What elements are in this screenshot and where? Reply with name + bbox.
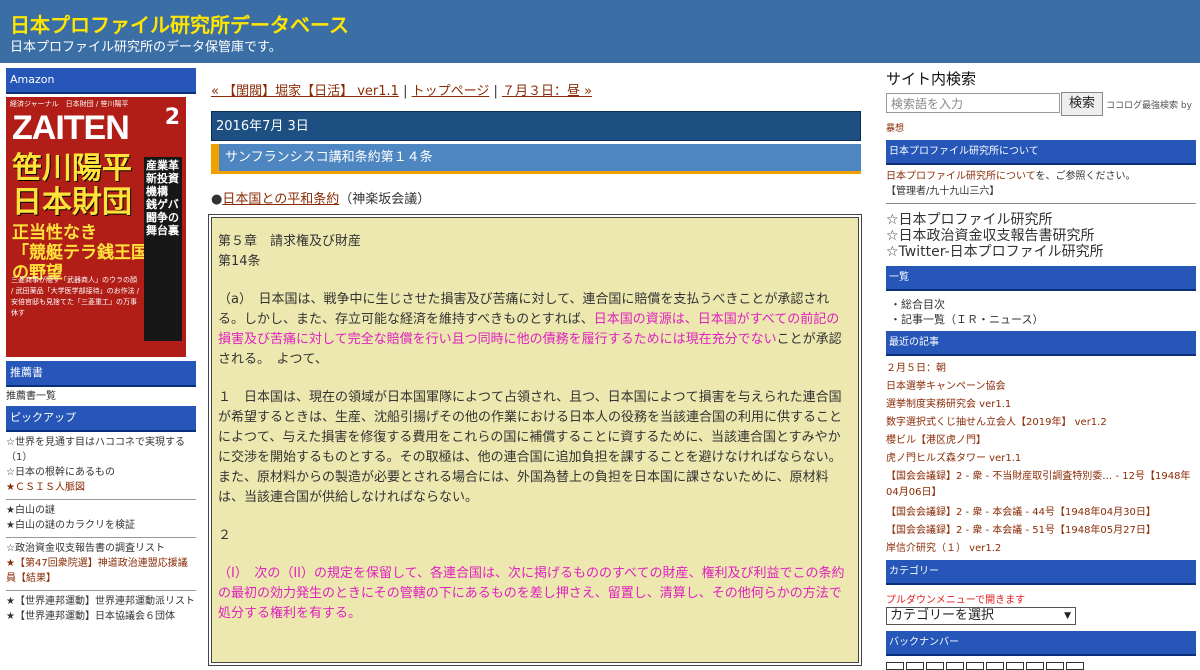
- recent-link[interactable]: 【国会会議録】2 - 衆 - 不当財産取引調査特別委… - 12号【1948年0…: [886, 468, 1196, 504]
- recommend-heading: 推薦書: [6, 361, 196, 387]
- recommend-link[interactable]: 推薦書一覧: [6, 391, 56, 402]
- divider: [886, 203, 1196, 204]
- index-link[interactable]: ・記事一覧（ＩＲ・ニュース）: [890, 312, 1196, 327]
- para-I-highlight: 次の（II）の規定を保留して、各連合国は、次に掲げるもののすべての財産、権利及び…: [218, 566, 845, 621]
- category-note: プルダウンメニューで開きます: [886, 595, 1026, 606]
- pickup-group: ★白山の謎 ★白山の謎のカラクリを検証: [6, 500, 196, 538]
- search-credit: ココログ最強検索 by: [1106, 101, 1192, 111]
- recommend-list: 推薦書一覧: [6, 387, 196, 406]
- book-small-text: 三菱商事が隠す「武器商人」のウラの顔 / 武田薬品「大学医学部接待」のお作法 /…: [11, 276, 140, 317]
- book-cover-image[interactable]: 経済ジャーナル 日本財団 / 笹川陽平 ZAITEN 2 笹川陽平 日本財団 正…: [6, 97, 186, 357]
- nav-separator: |: [489, 84, 502, 99]
- search-credit-link[interactable]: 暴想: [886, 121, 1196, 134]
- recent-list: ２月５日：朝 日本選挙キャンペーン協会 選挙制度実務研究会 ver1.1 数字選…: [886, 356, 1196, 560]
- admin-name: 【管理者/九十九山三六】: [886, 186, 1000, 197]
- site-link[interactable]: ☆Twitter-日本プロファイル研究所: [886, 244, 1196, 260]
- pickup-link[interactable]: ★【世界連邦運動】日本協議会６団体: [6, 609, 196, 624]
- recent-link[interactable]: 日本選挙キャンペーン協会: [886, 378, 1196, 396]
- backnumber-calendar[interactable]: [886, 662, 1196, 670]
- paragraph-a: （a） 日本国は、戦争中に生じさせた損害及び苦痛に対して、連合国に賠償を支払うべ…: [218, 290, 852, 370]
- book-sub-2: 「競艇テラ銭王国」: [12, 243, 165, 263]
- pickup-link[interactable]: ★【世界連邦運動】世界連邦運動派リスト: [6, 594, 196, 609]
- next-entry-link[interactable]: ７月３日：昼 »: [502, 84, 592, 99]
- search-form: 検索語を入力 検索 ココログ最強検索 by: [886, 92, 1196, 116]
- chapter-heading: 第５章 請求権及び財産 第14条: [218, 232, 852, 272]
- book-tag: 経済ジャーナル 日本財団 / 笹川陽平: [10, 100, 129, 108]
- recent-link[interactable]: 【国会会議録】2 - 衆 - 本会議 - 44号【1948年04月30日】: [886, 504, 1196, 522]
- pickup-group: ☆政治資金収支報告書の調査リスト ★【第47回衆院選】神道政治連盟応援議員【結果…: [6, 538, 196, 591]
- top-page-link[interactable]: トップページ: [412, 84, 490, 99]
- amazon-heading: Amazon: [6, 68, 196, 94]
- main-content: « 【閨閥】堀家【日活】 ver1.1 | トップページ | ７月３日：昼 » …: [208, 80, 862, 666]
- entry-navigation: « 【閨閥】堀家【日活】 ver1.1 | トップページ | ７月３日：昼 »: [211, 80, 861, 99]
- site-link[interactable]: ☆日本プロファイル研究所: [886, 212, 1196, 228]
- category-heading: カテゴリー: [886, 560, 1196, 585]
- book-headline: 笹川陽平 日本財団: [12, 152, 132, 220]
- pickup-link[interactable]: ★白山の謎のカラクリを検証: [6, 518, 196, 533]
- treaty-text-box: 第５章 請求権及び財産 第14条 （a） 日本国は、戦争中に生じさせた損害及び苦…: [208, 214, 862, 666]
- pickup-link[interactable]: ☆政治資金収支報告書の調査リスト: [6, 541, 196, 556]
- pickup-link[interactable]: ★ＣＳＩＳ人脈図: [6, 480, 196, 495]
- category-select[interactable]: カテゴリーを選択 ▼: [886, 607, 1076, 625]
- backnumber-heading: バックナンバー: [886, 631, 1196, 656]
- paragraph-1: １ 日本国は、現在の領域が日本国軍隊によつて占領され、且つ、日本国によつて損害を…: [218, 390, 843, 505]
- site-links: ☆日本プロファイル研究所 ☆日本政治資金収支報告書研究所 ☆Twitter-日本…: [886, 208, 1196, 266]
- paragraph-2: ２: [218, 528, 232, 543]
- book-subheadline: 正当性なき 「競艇テラ銭王国」 の野望: [12, 223, 165, 283]
- lead-rest: （神楽坂会議）: [339, 192, 431, 207]
- book-issue: 2: [164, 105, 180, 130]
- recent-link[interactable]: 数字選択式くじ抽せん立会人【2019年】 ver1.2: [886, 414, 1196, 432]
- about-heading: 日本プロファイル研究所について: [886, 140, 1196, 165]
- paragraph-I: （I） 次の（II）の規定を保留して、各連合国は、次に掲げるもののすべての財産、…: [218, 564, 852, 624]
- pickup-list: ☆世界を見通す目はハココネで実現する（1） ☆日本の根幹にあるもの ★ＣＳＩＳ人…: [6, 432, 196, 628]
- list-heading: 一覧: [886, 266, 1196, 291]
- book-sub-1: 正当性なき: [12, 223, 97, 243]
- lead-bullet: ●: [211, 192, 223, 207]
- recent-link[interactable]: 【国会会議録】2 - 衆 - 本会議 - 51号【1948年05月27日】: [886, 522, 1196, 540]
- book-headline-1: 笹川陽平: [12, 151, 132, 186]
- chapter-title: 第５章 請求権及び財産: [218, 234, 362, 249]
- recent-heading: 最近の記事: [886, 331, 1196, 356]
- para-I-label: （I）: [218, 566, 255, 581]
- recent-link[interactable]: 虎ノ門ヒルズ森タワー ver1.1: [886, 450, 1196, 468]
- site-description: 日本プロファイル研究所のデータ保管庫です。: [10, 40, 282, 55]
- left-sidebar: Amazon 経済ジャーナル 日本財団 / 笹川陽平 ZAITEN 2 笹川陽平…: [6, 68, 196, 628]
- pickup-link[interactable]: ☆世界を見通す目はハココネで実現する（1）: [6, 435, 196, 465]
- entry-title: サンフランシスコ講和条約第１４条: [211, 144, 861, 174]
- lead-link[interactable]: 日本国との平和条約: [222, 192, 339, 207]
- about-rest: を、ご参照ください。: [1035, 171, 1136, 182]
- search-button[interactable]: 検索: [1061, 92, 1103, 116]
- recent-link[interactable]: 選挙制度実務研究会 ver1.1: [886, 396, 1196, 414]
- site-title[interactable]: 日本プロファイル研究所データベース: [10, 9, 349, 38]
- category-select-value: カテゴリーを選択: [890, 608, 995, 623]
- search-input[interactable]: 検索語を入力: [886, 93, 1060, 113]
- search-heading: サイト内検索: [886, 70, 977, 88]
- site-header: 日本プロファイル研究所データベース 日本プロファイル研究所のデータ保管庫です。: [0, 0, 1200, 63]
- nav-separator: |: [398, 84, 412, 99]
- prev-entry-link[interactable]: « 【閨閥】堀家【日活】 ver1.1: [211, 84, 399, 99]
- book-logo: ZAITEN: [12, 109, 130, 147]
- recent-link[interactable]: 櫻ビル【港区虎ノ門】: [886, 432, 1196, 450]
- index-list: ・総合目次 ・記事一覧（ＩＲ・ニュース）: [886, 291, 1196, 331]
- recent-link[interactable]: ２月５日：朝: [886, 360, 1196, 378]
- right-sidebar: サイト内検索 検索語を入力 検索 ココログ最強検索 by 暴想 日本プロファイル…: [886, 68, 1196, 670]
- pickup-link[interactable]: ☆日本の根幹にあるもの: [6, 465, 196, 480]
- entry-lead: ●日本国との平和条約（神楽坂会議）: [211, 188, 861, 207]
- about-text: 日本プロファイル研究所についてを、ご参照ください。 【管理者/九十九山三六】: [886, 165, 1196, 201]
- index-link[interactable]: ・総合目次: [890, 297, 1196, 312]
- entry-date: 2016年7月 3日: [211, 111, 861, 141]
- pickup-heading: ピックアップ: [6, 406, 196, 432]
- book-side-text: 産業革新投資機構 銭ゲバ闘争の舞台裏: [144, 157, 182, 341]
- pickup-group: ★【世界連邦運動】世界連邦運動派リスト ★【世界連邦運動】日本協議会６団体: [6, 591, 196, 628]
- about-link[interactable]: 日本プロファイル研究所について: [886, 171, 1036, 182]
- pickup-link[interactable]: ★【第47回衆院選】神道政治連盟応援議員【結果】: [6, 556, 196, 586]
- book-headline-2: 日本財団: [12, 185, 132, 220]
- pickup-group: ☆世界を見通す目はハココネで実現する（1） ☆日本の根幹にあるもの ★ＣＳＩＳ人…: [6, 432, 196, 500]
- site-link[interactable]: ☆日本政治資金収支報告書研究所: [886, 228, 1196, 244]
- chevron-down-icon: ▼: [1064, 611, 1071, 621]
- pickup-link[interactable]: ★白山の謎: [6, 503, 196, 518]
- article-number: 第14条: [218, 254, 261, 269]
- recent-link[interactable]: 岸信介研究（１） ver1.2: [886, 540, 1196, 558]
